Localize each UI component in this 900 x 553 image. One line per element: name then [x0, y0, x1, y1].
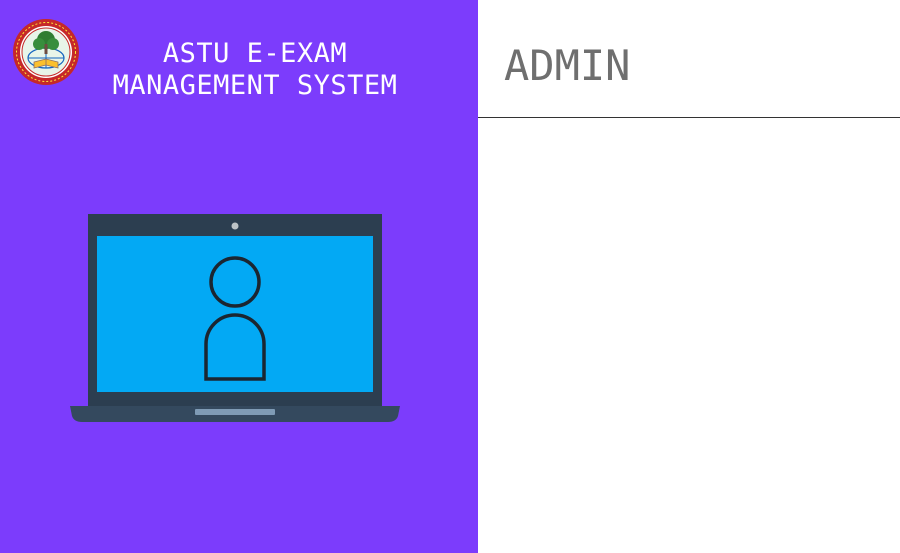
app-title-line1: ASTU E-EXAM	[162, 38, 348, 69]
branding-panel: ASTU E-EXAM MANAGEMENT SYSTEM	[0, 0, 478, 553]
admin-page: ASTU E-EXAM MANAGEMENT SYSTEM ADMIN	[0, 0, 900, 553]
main-panel: ADMIN	[478, 0, 900, 553]
app-title-line2: MANAGEMENT SYSTEM	[112, 70, 398, 101]
app-title: ASTU E-EXAM MANAGEMENT SYSTEM	[96, 38, 414, 102]
page-title: ADMIN	[504, 41, 631, 90]
laptop-user-icon	[70, 214, 400, 422]
university-seal-icon	[13, 19, 79, 85]
header-divider	[478, 117, 900, 118]
